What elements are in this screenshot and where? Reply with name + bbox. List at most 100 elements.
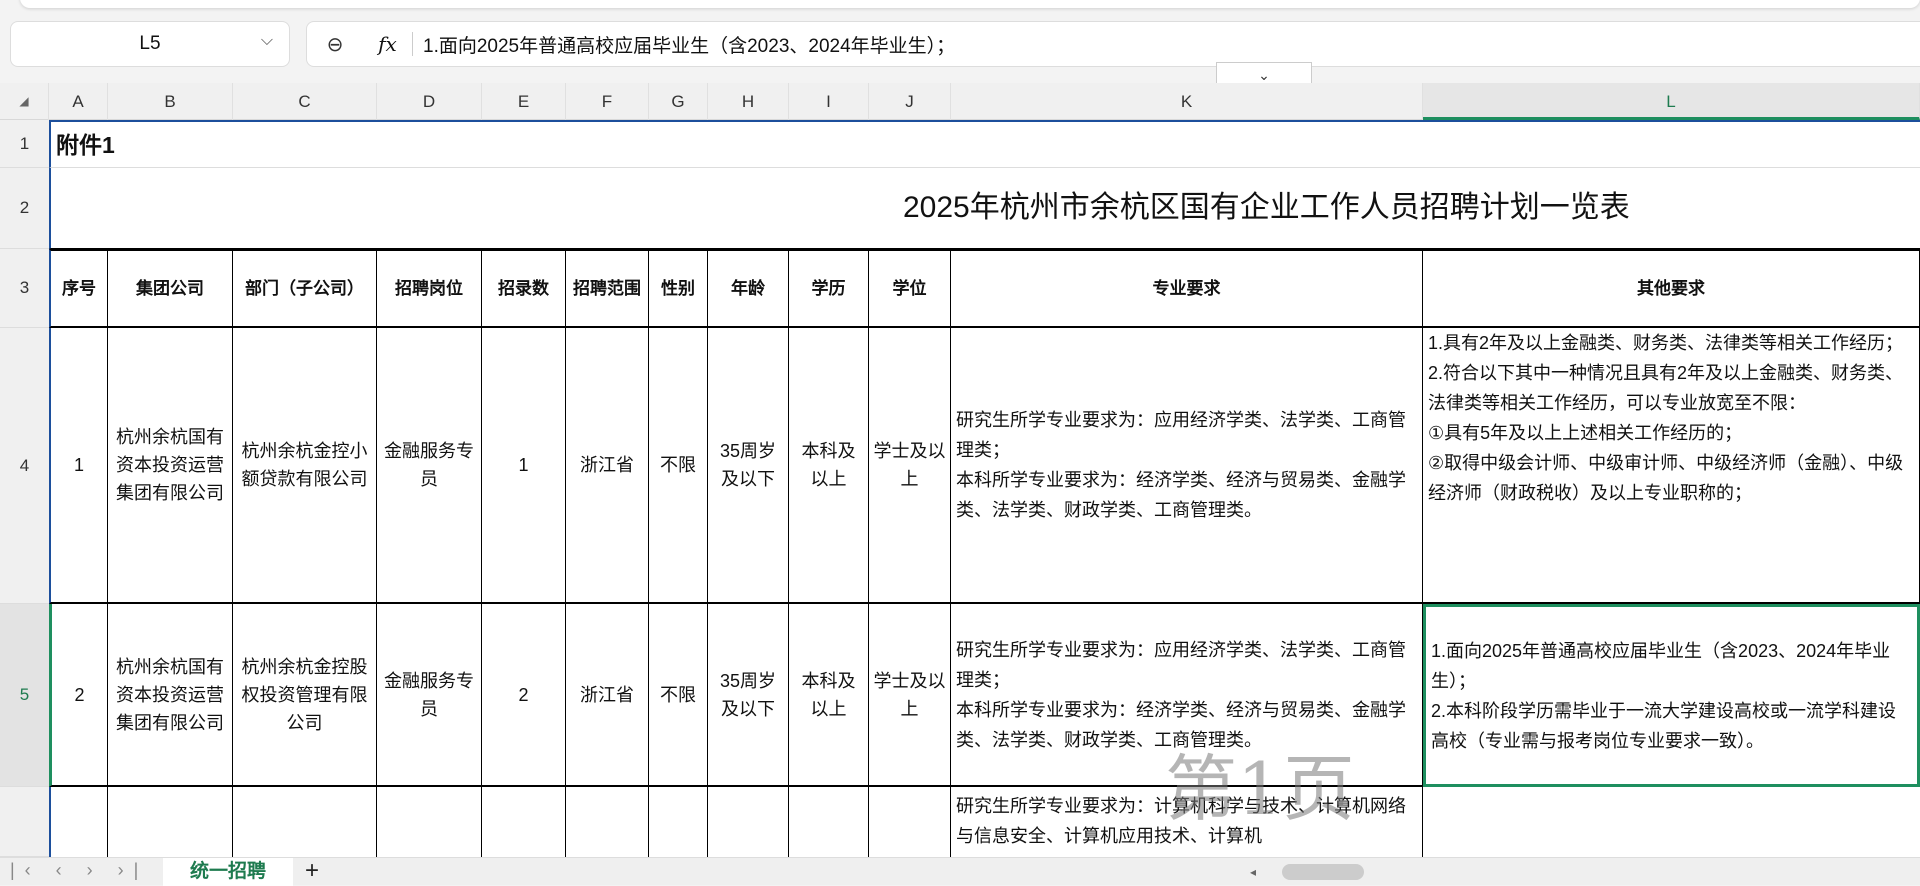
cell-a1[interactable]: 附件1 xyxy=(49,120,1920,168)
table-cell-post-text: 金融服务专员 xyxy=(384,670,474,719)
column-header-g[interactable]: G xyxy=(649,83,708,120)
column-header-f[interactable]: F xyxy=(566,83,649,120)
header-cell-text: 序号 xyxy=(62,278,96,298)
table-cell[interactable] xyxy=(108,787,233,857)
row-header-1[interactable]: 1 xyxy=(0,120,49,168)
table-cell-scope[interactable]: 浙江省 xyxy=(566,328,649,604)
column-header-j[interactable]: J xyxy=(869,83,951,120)
fx-icon[interactable]: fx xyxy=(363,32,413,56)
table-cell-group[interactable]: 杭州余杭国有资本投资运营集团有限公司 xyxy=(108,604,233,787)
table-cell-group[interactable]: 杭州余杭国有资本投资运营集团有限公司 xyxy=(108,328,233,604)
table-cell-other[interactable]: 1.面向2025年普通高校应届毕业生（含2023、2024年毕业生）； 2.本科… xyxy=(1423,604,1920,787)
horizontal-scrollbar[interactable] xyxy=(1282,864,1364,880)
add-sheet-button[interactable]: + xyxy=(305,858,319,884)
header-cell[interactable]: 招录数 xyxy=(482,249,566,328)
header-cell[interactable]: 性别 xyxy=(649,249,708,328)
table-cell-degree[interactable]: 学士及以上 xyxy=(869,328,951,604)
zoom-out-icon[interactable]: ⊖ xyxy=(307,32,363,57)
table-cell-edu[interactable]: 本科及以上 xyxy=(789,328,869,604)
header-cell-text: 年龄 xyxy=(731,278,765,298)
table-cell[interactable] xyxy=(566,787,649,857)
row-header-3[interactable]: 3 xyxy=(0,249,49,328)
formula-text[interactable]: 1.面向2025年普通高校应届毕业生（含2023、2024年毕业生）； xyxy=(423,31,955,58)
chevron-down-icon[interactable]: ⌵ xyxy=(261,32,273,50)
header-cell[interactable]: 学历 xyxy=(789,249,869,328)
row-header-2[interactable]: 2 xyxy=(0,168,49,249)
formula-bar[interactable]: ⊖ fx 1.面向2025年普通高校应届毕业生（含2023、2024年毕业生）； xyxy=(306,21,1920,67)
header-cell-text: 招聘范围 xyxy=(573,278,641,298)
select-all-corner[interactable]: ◢ xyxy=(0,83,49,120)
column-headers: ◢ ABCDEFGHIJKL xyxy=(0,83,1920,120)
header-cell[interactable]: 集团公司 xyxy=(108,249,233,328)
table-cell-no[interactable]: 2 xyxy=(49,604,108,787)
header-cell-text: 集团公司 xyxy=(136,278,204,298)
spreadsheet-grid[interactable]: 附件1 2025年杭州市余杭区国有企业工作人员招聘计划一览表 序号 集团公司 部门（… xyxy=(49,120,1920,857)
table-cell-major[interactable]: 研究生所学专业要求为：应用经济学类、法学类、工商管理类； 本科所学专业要求为：经… xyxy=(951,604,1423,787)
column-header-d[interactable]: D xyxy=(377,83,482,120)
table-cell[interactable] xyxy=(482,787,566,857)
column-header-k[interactable]: K xyxy=(951,83,1423,120)
table-cell-dept[interactable]: 杭州余杭金控股权投资管理有限公司 xyxy=(233,604,377,787)
table-cell-no-text: 1 xyxy=(73,455,84,475)
table-cell[interactable] xyxy=(49,787,108,857)
table-cell-degree[interactable]: 学士及以上 xyxy=(869,604,951,787)
row-header-4[interactable]: 4 xyxy=(0,328,49,604)
scroll-left-icon[interactable]: ◂ xyxy=(1250,865,1260,879)
table-cell-major[interactable]: 研究生所学专业要求为：应用经济学类、法学类、工商管理类； 本科所学专业要求为：经… xyxy=(951,328,1423,604)
table-cell-gender[interactable]: 不限 xyxy=(649,604,708,787)
table-cell-age[interactable]: 35周岁及以下 xyxy=(708,604,789,787)
column-header-l[interactable]: L xyxy=(1423,83,1920,120)
header-cell[interactable]: 专业要求 xyxy=(951,249,1423,328)
table-cell-count[interactable]: 2 xyxy=(482,604,566,787)
table-cell-other-text: 1.具有2年及以上金融类、财务类、法律类等相关工作经历； 2.符合以下其中一种情… xyxy=(1428,333,1904,503)
column-header-a[interactable]: A xyxy=(49,83,108,120)
header-cell[interactable]: 其他要求 xyxy=(1423,249,1920,328)
title-cell[interactable]: 2025年杭州市余杭区国有企业工作人员招聘计划一览表 xyxy=(49,168,1920,249)
sheet-tab[interactable]: 统一招聘 xyxy=(163,858,293,886)
table-cell-major-text: 研究生所学专业要求为：应用经济学类、法学类、工商管理类； 本科所学专业要求为：经… xyxy=(956,410,1406,520)
top-toolbar-edge xyxy=(20,0,1920,8)
header-cell[interactable]: 招聘岗位 xyxy=(377,249,482,328)
header-cell[interactable]: 部门（子公司） xyxy=(233,249,377,328)
table-cell[interactable] xyxy=(789,787,869,857)
row-header-5[interactable]: 5 xyxy=(0,604,49,787)
column-header-c[interactable]: C xyxy=(233,83,377,120)
table-cell[interactable] xyxy=(708,787,789,857)
table-cell-gender[interactable]: 不限 xyxy=(649,328,708,604)
row-header-6[interactable] xyxy=(0,787,49,857)
header-cell[interactable]: 招聘范围 xyxy=(566,249,649,328)
table-cell-age[interactable]: 35周岁及以下 xyxy=(708,328,789,604)
table-cell-other[interactable]: 1.具有2年及以上金融类、财务类、法律类等相关工作经历； 2.符合以下其中一种情… xyxy=(1423,328,1920,604)
table-cell-group-text: 杭州余杭国有资本投资运营集团有限公司 xyxy=(116,656,224,733)
table-cell-no[interactable]: 1 xyxy=(49,328,108,604)
header-cell[interactable]: 序号 xyxy=(49,249,108,328)
table-cell-other-text: 1.面向2025年普通高校应届毕业生（含2023、2024年毕业生）； 2.本科… xyxy=(1431,640,1897,751)
column-header-i[interactable]: I xyxy=(789,83,869,120)
name-box[interactable]: L5 ⌵ xyxy=(10,21,290,67)
column-header-h[interactable]: H xyxy=(708,83,789,120)
table-cell[interactable] xyxy=(233,787,377,857)
header-cell[interactable]: 年龄 xyxy=(708,249,789,328)
table-cell-post[interactable]: 金融服务专员 xyxy=(377,328,482,604)
table-cell[interactable] xyxy=(869,787,951,857)
table-cell-count-text: 2 xyxy=(518,684,529,705)
column-header-b[interactable]: B xyxy=(108,83,233,120)
header-cell-text: 招聘岗位 xyxy=(395,278,463,298)
table-cell-major[interactable]: 研究生所学专业要求为：计算机科学与技术、计算机网络与信息安全、计算机应用技术、计… xyxy=(951,787,1423,857)
table-cell-count[interactable]: 1 xyxy=(482,328,566,604)
table-cell-dept-text: 杭州余杭金控小额贷款有限公司 xyxy=(241,441,368,489)
header-cell[interactable]: 学位 xyxy=(869,249,951,328)
table-cell-scope[interactable]: 浙江省 xyxy=(566,604,649,787)
header-cell-text: 其他要求 xyxy=(1637,278,1705,298)
table-cell[interactable] xyxy=(377,787,482,857)
table-cell-dept[interactable]: 杭州余杭金控小额贷款有限公司 xyxy=(233,328,377,604)
table-cell-count-text: 1 xyxy=(518,455,529,475)
header-cell-text: 招录数 xyxy=(498,278,549,298)
table-cell-post[interactable]: 金融服务专员 xyxy=(377,604,482,787)
table-cell[interactable] xyxy=(649,787,708,857)
table-cell-edu-text: 本科及以上 xyxy=(801,441,856,489)
column-header-e[interactable]: E xyxy=(482,83,566,120)
table-cell-edu[interactable]: 本科及以上 xyxy=(789,604,869,787)
sheet-nav-arrows-icon[interactable]: |‹ ‹ › ›| xyxy=(10,860,148,881)
cell-reference: L5 xyxy=(139,33,161,54)
